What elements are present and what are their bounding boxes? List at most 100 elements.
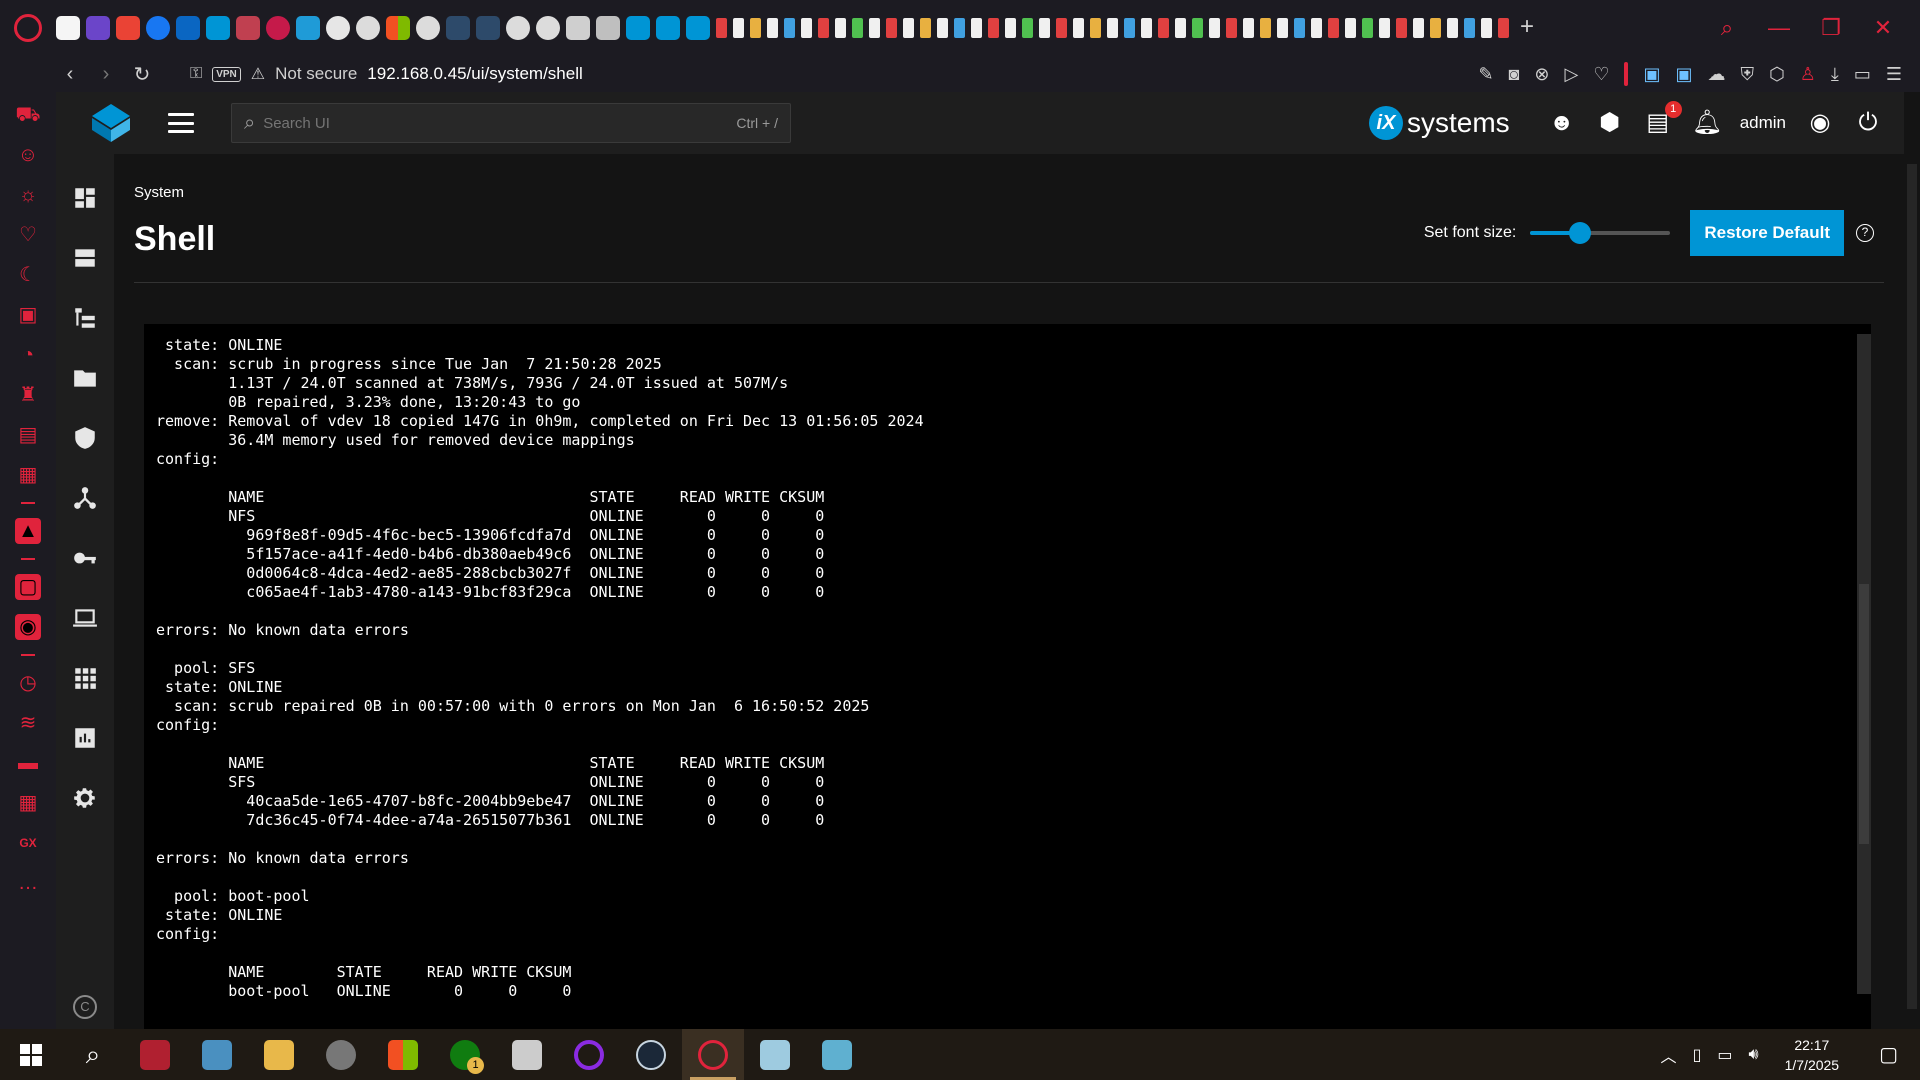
tab-misc-icon[interactable] [1481, 18, 1492, 38]
tab-misc-icon[interactable] [1396, 18, 1407, 38]
tab-misc-icon[interactable] [801, 18, 812, 38]
taskbar-app-flag-icon[interactable] [806, 1029, 868, 1080]
taskbar-app-tool-icon[interactable] [496, 1029, 558, 1080]
tab-raspberry-icon[interactable] [266, 16, 290, 40]
nav-virtualization[interactable] [56, 588, 114, 648]
restore-button[interactable]: ❐ [1820, 15, 1842, 41]
start-button[interactable] [0, 1029, 62, 1080]
slider-thumb[interactable] [1569, 222, 1592, 244]
close-button[interactable]: ✕ [1872, 15, 1894, 41]
power-icon[interactable]: ⏻ [1854, 109, 1882, 137]
tab-truenas-icon[interactable] [656, 16, 680, 40]
aria-icon[interactable]: ▲ [15, 518, 41, 544]
key-icon[interactable]: ⚿ [190, 65, 202, 83]
tab-misc-icon[interactable] [1022, 18, 1033, 38]
tab-flag-icon[interactable] [566, 16, 590, 40]
opera-logo-icon[interactable] [0, 0, 56, 56]
taskbar-app-glass-icon[interactable] [744, 1029, 806, 1080]
nav-protection[interactable] [56, 408, 114, 468]
user-name[interactable]: admin [1740, 113, 1786, 133]
robot-icon[interactable]: ☺ [15, 142, 41, 168]
tab-misc-icon[interactable] [784, 18, 795, 38]
tab-linkedin-icon[interactable] [176, 16, 200, 40]
nav-credentials[interactable] [56, 528, 114, 588]
taskbar-app-photos-icon[interactable] [186, 1029, 248, 1080]
sun-icon[interactable]: ☼ [15, 182, 41, 208]
tab-misc-icon[interactable] [1362, 18, 1373, 38]
tab-misc-icon[interactable] [1209, 18, 1220, 38]
taskbar-app-disc-icon[interactable] [310, 1029, 372, 1080]
car-icon[interactable]: ⛟ [15, 102, 41, 128]
send-icon[interactable]: ▷ [1565, 64, 1579, 85]
nav-apps[interactable] [56, 648, 114, 708]
menu-toggle-icon[interactable] [168, 113, 194, 133]
tab-misc-icon[interactable] [750, 18, 761, 38]
tab-misc-icon[interactable] [1005, 18, 1016, 38]
restore-default-button[interactable]: Restore Default [1690, 210, 1844, 256]
taskbar-app-red-icon[interactable] [124, 1029, 186, 1080]
volume-icon[interactable]: 🔊︎ [1749, 1046, 1759, 1064]
help-icon[interactable]: ? [1856, 224, 1874, 242]
new-tab-icon[interactable]: + [1515, 15, 1539, 40]
tab-misc-icon[interactable] [869, 18, 880, 38]
tab-misc-icon[interactable] [733, 18, 744, 38]
tab-misc-icon[interactable] [1243, 18, 1254, 38]
tab-misc-icon[interactable] [767, 18, 778, 38]
tab-misc-icon[interactable] [1175, 18, 1186, 38]
person-icon[interactable]: ♙ [1800, 64, 1816, 85]
search-input[interactable] [263, 114, 737, 132]
nav-storage[interactable] [56, 228, 114, 288]
gx-icon[interactable]: GX [15, 830, 41, 856]
search-box[interactable]: ⌕ Ctrl + / [231, 103, 791, 143]
moon-icon[interactable]: ☾ [15, 262, 41, 288]
tab-dash-icon[interactable] [446, 16, 470, 40]
terminal[interactable]: state: ONLINE scan: scrub in progress si… [144, 324, 1871, 1029]
taskbar-app-ring-icon[interactable] [558, 1029, 620, 1080]
cube-icon[interactable]: ⬡ [1769, 64, 1785, 85]
cpu-icon[interactable]: ▦ [15, 790, 41, 816]
back-icon[interactable]: ‹ [52, 63, 88, 86]
menu-icon[interactable]: ☰ [1886, 64, 1902, 85]
player-icon[interactable]: ◷ [15, 670, 41, 696]
nav-system[interactable] [56, 768, 114, 828]
vpn-badge[interactable]: VPN [212, 66, 241, 82]
tab-misc-icon[interactable] [1447, 18, 1458, 38]
tab-misc-icon[interactable] [1498, 18, 1509, 38]
tab-misc-icon[interactable] [1345, 18, 1356, 38]
tab-misc-icon[interactable] [1192, 18, 1203, 38]
tab-misc-icon[interactable] [1226, 18, 1237, 38]
tab-misc-icon[interactable] [1379, 18, 1390, 38]
nav-shares[interactable] [56, 348, 114, 408]
tab-globe-icon[interactable] [506, 16, 530, 40]
nav-datasets[interactable] [56, 288, 114, 348]
reload-icon[interactable]: ↻ [124, 62, 160, 87]
tab-globe-icon[interactable] [416, 16, 440, 40]
speed-icon[interactable]: ◔ [15, 342, 41, 368]
tab-misc-icon[interactable] [1039, 18, 1050, 38]
truenas-logo-icon[interactable] [84, 96, 138, 150]
tab-misc-icon[interactable] [835, 18, 846, 38]
account-icon[interactable]: ◉ [1806, 109, 1834, 137]
page-scroll-thumb[interactable] [1907, 164, 1917, 1009]
tab-misc-icon[interactable] [1158, 18, 1169, 38]
tab-truenas-icon[interactable] [686, 16, 710, 40]
tab-misc-icon[interactable] [886, 18, 897, 38]
font-size-slider[interactable] [1530, 218, 1671, 248]
breadcrumb[interactable]: System [134, 184, 184, 201]
tab-misc-icon[interactable] [818, 18, 829, 38]
network-icon[interactable]: ▭ [1717, 1045, 1732, 1065]
url-field[interactable]: ⚿ VPN ⚠ Not secure 192.168.0.45/ui/syste… [190, 64, 583, 84]
tab-paypal-icon[interactable] [296, 16, 320, 40]
search-icon[interactable]: ⌕ [62, 1029, 124, 1080]
jobs-icon[interactable]: ▤ 1 [1644, 101, 1682, 137]
tab-misc-icon[interactable] [1107, 18, 1118, 38]
alerts-bell-icon[interactable]: 🔔︎ [1692, 109, 1722, 137]
discord-icon[interactable]: ◉ [15, 614, 41, 640]
clock[interactable]: 22:17 1/7/2025 [1785, 1035, 1840, 1075]
page-scrollbar[interactable] [1904, 154, 1920, 1029]
tab-truenas-icon[interactable] [626, 16, 650, 40]
ram-icon[interactable]: ▬ [15, 750, 41, 776]
url-text[interactable]: 192.168.0.45/ui/system/shell [367, 64, 582, 84]
gamepad-icon[interactable]: ▣ [15, 302, 41, 328]
tab-misc-icon[interactable] [716, 18, 727, 38]
